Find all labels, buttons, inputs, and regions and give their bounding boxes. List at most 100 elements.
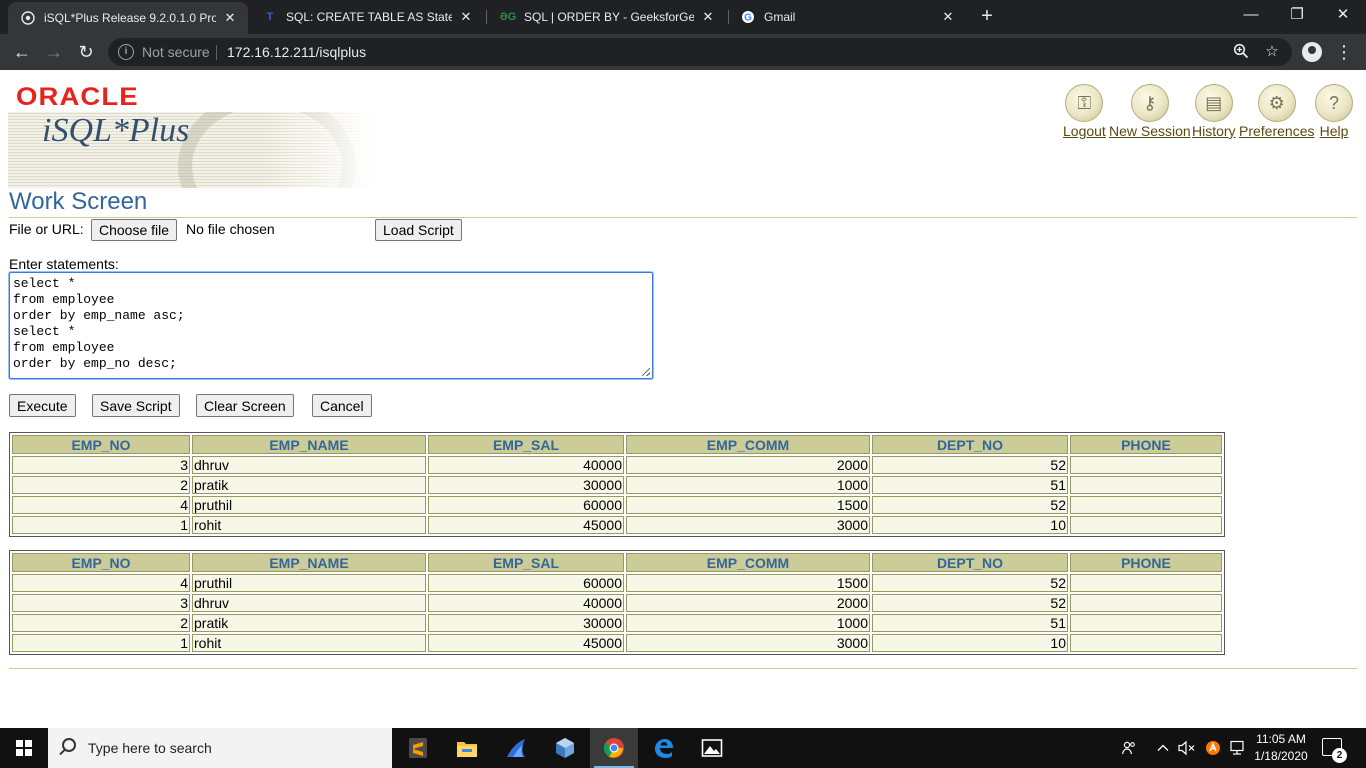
column-header: EMP_COMM — [626, 553, 870, 572]
taskbar-clock[interactable]: 11:05 AM 1/18/2020 — [1248, 731, 1314, 765]
history-icon[interactable]: ▤ — [1194, 84, 1233, 122]
logout-link[interactable]: Logout — [1063, 123, 1106, 139]
nav-logout[interactable]: ⚿ Logout — [1063, 84, 1106, 139]
resize-handle-icon[interactable] — [642, 368, 650, 376]
cell-emp-no: 2 — [12, 614, 190, 632]
zoom-icon[interactable] — [1232, 43, 1250, 61]
new-tab-button[interactable]: + — [976, 5, 998, 27]
cell-emp-no: 2 — [12, 476, 190, 494]
page-title: Work Screen — [9, 188, 148, 215]
tab-create-table[interactable]: T SQL: CREATE TABLE AS Statement ✕ — [250, 0, 484, 34]
cell-emp-no: 4 — [12, 574, 190, 592]
preferences-link[interactable]: Preferences — [1239, 123, 1314, 139]
cancel-button[interactable]: Cancel — [312, 394, 372, 417]
tab-title: SQL | ORDER BY - GeeksforGeeks — [524, 10, 694, 24]
cell-emp-no: 1 — [12, 634, 190, 652]
oracle-logo: ORACLE — [16, 83, 139, 111]
browser-menu-icon[interactable]: ⋮ — [1334, 38, 1354, 66]
start-button[interactable] — [0, 728, 48, 768]
info-icon[interactable]: i — [118, 44, 134, 60]
cell-phone — [1070, 456, 1222, 474]
edge-icon[interactable] — [639, 728, 687, 768]
people-icon[interactable] — [1118, 728, 1140, 768]
close-window-button[interactable]: ✕ — [1320, 0, 1366, 34]
file-url-label: File or URL: — [9, 221, 84, 237]
restore-button[interactable]: ❐ — [1274, 0, 1320, 34]
chrome-icon[interactable] — [590, 728, 638, 768]
title-divider — [9, 217, 1357, 218]
cell-emp-sal: 45000 — [428, 516, 624, 534]
network-icon[interactable] — [1226, 728, 1248, 768]
table-header-row: EMP_NO EMP_NAME EMP_SAL EMP_COMM DEPT_NO… — [12, 435, 1222, 454]
execute-button[interactable]: Execute — [9, 394, 76, 417]
cell-emp-sal: 30000 — [428, 614, 624, 632]
close-tab-icon[interactable]: ✕ — [700, 9, 716, 25]
taskbar-search[interactable]: Type here to search — [48, 728, 392, 768]
virtualbox-icon[interactable] — [541, 728, 589, 768]
cell-phone — [1070, 574, 1222, 592]
tab-isqlplus[interactable]: iSQL*Plus Release 9.2.0.1.0 Produ ✕ — [8, 2, 248, 34]
cell-dept-no: 52 — [872, 574, 1068, 592]
forward-arrow-icon[interactable]: → — [40, 38, 68, 66]
table-row: 3 dhruv 40000 2000 52 — [12, 456, 1222, 474]
bookmark-star-icon[interactable]: ☆ — [1263, 43, 1281, 61]
load-script-button[interactable]: Load Script — [375, 219, 462, 241]
cell-emp-no: 3 — [12, 594, 190, 612]
cell-emp-sal: 60000 — [428, 496, 624, 514]
reload-icon[interactable]: ↻ — [72, 38, 100, 66]
notification-count-badge: 2 — [1332, 748, 1347, 763]
cell-emp-sal: 45000 — [428, 634, 624, 652]
profile-avatar-icon[interactable] — [1302, 42, 1322, 62]
nav-help[interactable]: ? Help — [1315, 84, 1353, 139]
svg-text:G: G — [744, 13, 752, 24]
result-table-1: EMP_NO EMP_NAME EMP_SAL EMP_COMM DEPT_NO… — [9, 432, 1225, 537]
address-bar[interactable]: i Not secure 172.16.12.211/isqlplus ☆ — [108, 38, 1292, 66]
key-icon[interactable]: ⚷ — [1130, 84, 1169, 122]
photos-icon[interactable] — [688, 728, 736, 768]
sublime-text-icon[interactable] — [394, 728, 442, 768]
nav-history[interactable]: ▤ History — [1192, 84, 1236, 139]
cell-dept-no: 51 — [872, 614, 1068, 632]
table-header-row: EMP_NO EMP_NAME EMP_SAL EMP_COMM DEPT_NO… — [12, 553, 1222, 572]
tab-gmail[interactable]: G Gmail ✕ — [728, 0, 966, 34]
url-text[interactable]: 172.16.12.211/isqlplus — [227, 44, 366, 60]
help-link[interactable]: Help — [1315, 123, 1353, 139]
cell-emp-no: 4 — [12, 496, 190, 514]
speaker-muted-icon[interactable] — [1176, 728, 1198, 768]
chevron-up-icon[interactable] — [1154, 728, 1172, 768]
cell-dept-no: 52 — [872, 594, 1068, 612]
cell-emp-name: pruthil — [192, 574, 426, 592]
nav-new-session[interactable]: ⚷ New Session — [1109, 84, 1191, 139]
logout-icon[interactable]: ⚿ — [1065, 84, 1104, 122]
globe-icon — [20, 10, 36, 26]
help-icon[interactable]: ? — [1315, 84, 1353, 122]
search-placeholder[interactable]: Type here to search — [88, 740, 212, 756]
cell-emp-comm: 1000 — [626, 476, 870, 494]
column-header: EMP_NO — [12, 553, 190, 572]
shark-app-icon[interactable] — [492, 728, 540, 768]
new-session-link[interactable]: New Session — [1109, 123, 1191, 139]
column-header: DEPT_NO — [872, 553, 1068, 572]
cell-dept-no: 51 — [872, 476, 1068, 494]
back-arrow-icon[interactable]: ← — [8, 38, 36, 66]
file-explorer-icon[interactable] — [443, 728, 491, 768]
choose-file-button[interactable]: Choose file — [91, 219, 178, 241]
close-tab-icon[interactable]: ✕ — [458, 9, 474, 25]
history-link[interactable]: History — [1192, 123, 1236, 139]
avast-icon[interactable] — [1203, 728, 1223, 768]
tab-geeksforgeeks[interactable]: ƏG SQL | ORDER BY - GeeksforGeeks ✕ — [488, 0, 726, 34]
minimize-button[interactable]: — — [1228, 0, 1274, 34]
save-script-button[interactable]: Save Script — [92, 394, 180, 417]
page-content: ORACLE iSQL*Plus ⚿ Logout ⚷ New Session … — [0, 70, 1366, 728]
column-header: EMP_NO — [12, 435, 190, 454]
clock-date: 1/18/2020 — [1254, 749, 1308, 763]
sql-statements-textarea[interactable]: select * from employee order by emp_name… — [9, 272, 653, 379]
close-tab-icon[interactable]: ✕ — [940, 9, 956, 25]
table-row: 2 pratik 30000 1000 51 — [12, 614, 1222, 632]
nav-preferences[interactable]: ⚙ Preferences — [1239, 84, 1314, 139]
clear-screen-button[interactable]: Clear Screen — [196, 394, 294, 417]
preferences-icon[interactable]: ⚙ — [1257, 84, 1296, 122]
cell-phone — [1070, 614, 1222, 632]
sql-text[interactable]: select * from employee order by emp_name… — [13, 276, 185, 372]
close-tab-icon[interactable]: ✕ — [222, 10, 238, 26]
